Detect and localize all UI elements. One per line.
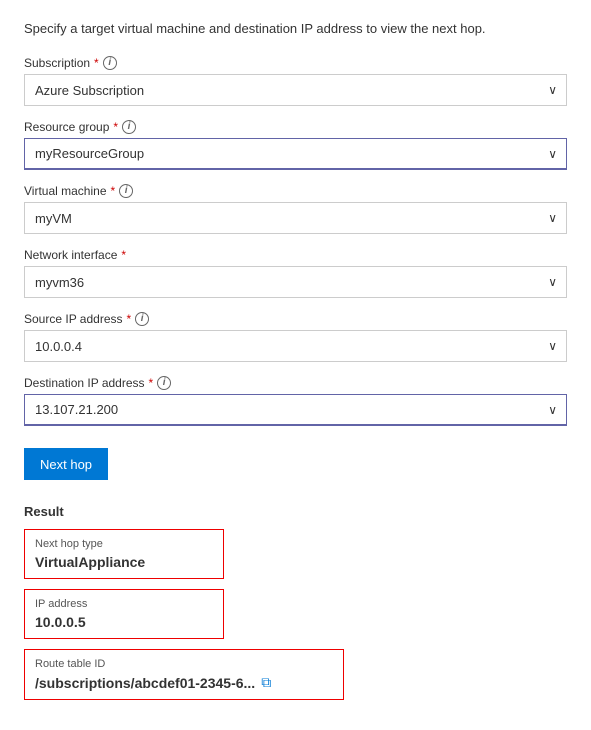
resource-group-dropdown-wrapper: myResourceGroup ∨ [24,138,567,170]
ip-address-value: 10.0.0.5 [35,614,213,630]
destination-ip-label: Destination IP address * i [24,376,567,390]
virtual-machine-field: Virtual machine * i myVM ∨ [24,184,567,234]
route-table-id-card: Route table ID /subscriptions/abcdef01-2… [24,649,344,700]
source-ip-dropdown-wrapper: 10.0.0.4 ∨ [24,330,567,362]
network-interface-required: * [121,248,126,262]
virtual-machine-dropdown-wrapper: myVM ∨ [24,202,567,234]
route-table-id-value: /subscriptions/abcdef01-2345-6... [35,675,255,691]
network-interface-dropdown[interactable]: myvm36 [24,266,567,298]
virtual-machine-label: Virtual machine * i [24,184,567,198]
virtual-machine-dropdown[interactable]: myVM [24,202,567,234]
resource-group-field: Resource group * i myResourceGroup ∨ [24,120,567,170]
subscription-required: * [94,56,99,70]
destination-ip-dropdown-wrapper: 13.107.21.200 ∨ [24,394,567,426]
subscription-dropdown-wrapper: Azure Subscription ∨ [24,74,567,106]
resource-group-dropdown[interactable]: myResourceGroup [24,138,567,170]
destination-ip-required: * [149,376,154,390]
network-interface-field: Network interface * myvm36 ∨ [24,248,567,298]
destination-ip-field: Destination IP address * i 13.107.21.200… [24,376,567,426]
next-hop-button[interactable]: Next hop [24,448,108,480]
subscription-label: Subscription * i [24,56,567,70]
copy-icon[interactable]: ⧉ [261,674,271,691]
resource-group-label: Resource group * i [24,120,567,134]
ip-address-card: IP address 10.0.0.5 [24,589,224,639]
destination-ip-dropdown[interactable]: 13.107.21.200 [24,394,567,426]
source-ip-info-icon[interactable]: i [135,312,149,326]
subscription-dropdown[interactable]: Azure Subscription [24,74,567,106]
subscription-field: Subscription * i Azure Subscription ∨ [24,56,567,106]
resource-group-info-icon[interactable]: i [122,120,136,134]
route-table-id-row: /subscriptions/abcdef01-2345-6... ⧉ [35,674,333,691]
destination-ip-info-icon[interactable]: i [157,376,171,390]
next-hop-type-label: Next hop type [35,538,213,550]
next-hop-type-card: Next hop type VirtualAppliance [24,529,224,579]
virtual-machine-required: * [111,184,116,198]
result-section-label: Result [24,504,567,519]
ip-address-label: IP address [35,598,213,610]
next-hop-type-value: VirtualAppliance [35,554,213,570]
route-table-id-label: Route table ID [35,658,333,670]
resource-group-required: * [113,120,118,134]
network-interface-label: Network interface * [24,248,567,262]
source-ip-dropdown[interactable]: 10.0.0.4 [24,330,567,362]
source-ip-required: * [127,312,132,326]
source-ip-label: Source IP address * i [24,312,567,326]
virtual-machine-info-icon[interactable]: i [119,184,133,198]
network-interface-dropdown-wrapper: myvm36 ∨ [24,266,567,298]
subscription-info-icon[interactable]: i [103,56,117,70]
source-ip-field: Source IP address * i 10.0.0.4 ∨ [24,312,567,362]
result-section: Result Next hop type VirtualAppliance IP… [24,504,567,700]
page-description: Specify a target virtual machine and des… [24,20,567,38]
